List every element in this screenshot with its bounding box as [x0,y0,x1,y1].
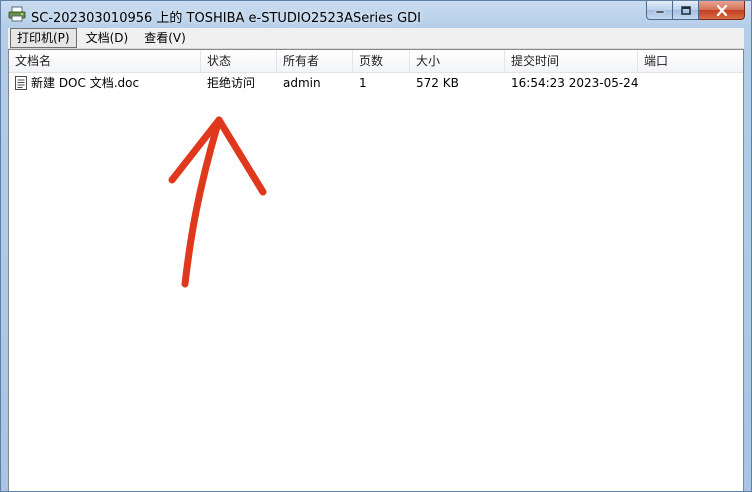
red-arrow-annotation [168,116,267,288]
